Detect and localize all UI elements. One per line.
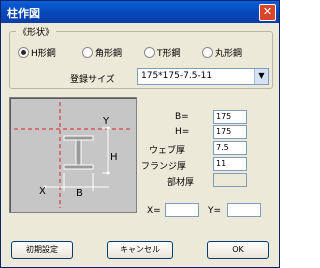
dialog-window: 柱作図 ✕ 《形状》 H形鋼 角形鋼 T形鋼 丸形鋼 登録サイズ 175*175…	[0, 0, 280, 268]
flange-thickness-field[interactable]: 11	[213, 157, 247, 171]
radio-label: 丸形鋼	[215, 49, 243, 59]
window-title: 柱作図	[7, 7, 40, 20]
label-b: B	[76, 188, 83, 199]
member-thickness-field	[213, 173, 247, 187]
radio-h-section[interactable]: H形鋼	[18, 46, 56, 59]
radio-unselected-icon	[82, 47, 93, 58]
h-field[interactable]: 175	[213, 125, 247, 139]
h-label: H=	[175, 127, 190, 137]
bottom-flange	[63, 164, 94, 170]
label-h: H	[110, 152, 118, 163]
close-button[interactable]: ✕	[259, 4, 276, 21]
radio-unselected-icon	[202, 47, 213, 58]
cancel-button[interactable]: キャンセル	[107, 241, 173, 259]
x-coord-label: X=	[147, 206, 161, 216]
top-flange	[63, 135, 94, 141]
x-coord-field[interactable]	[165, 203, 199, 217]
size-label: 登録サイズ	[70, 75, 115, 85]
size-select[interactable]: 175*175-7.5-11 ▼	[137, 68, 269, 85]
shape-group: 《形状》 H形鋼 角形鋼 T形鋼 丸形鋼 登録サイズ 175*175-7.5-1…	[9, 25, 273, 89]
web-thickness-label: ウェブ厚	[149, 146, 186, 156]
b-label: B=	[175, 112, 189, 122]
ok-button[interactable]: OK	[207, 241, 269, 259]
shape-group-legend: 《形状》	[16, 25, 57, 38]
radio-label: H形鋼	[31, 49, 56, 59]
title-bar[interactable]: 柱作図 ✕	[1, 1, 279, 23]
radio-round-section[interactable]: 丸形鋼	[202, 46, 243, 59]
member-thickness-label: 部材厚	[167, 178, 195, 188]
y-coord-field[interactable]	[227, 203, 261, 217]
label-y: Y	[103, 116, 110, 127]
close-icon: ✕	[262, 5, 273, 18]
y-coord-label: Y=	[208, 206, 222, 216]
label-x: X	[39, 186, 46, 197]
web	[75, 139, 82, 166]
radio-unselected-icon	[144, 47, 155, 58]
radio-t-section[interactable]: T形鋼	[144, 46, 181, 59]
chevron-down-icon[interactable]: ▼	[254, 69, 268, 84]
radio-label: 角形鋼	[95, 49, 123, 59]
b-field[interactable]: 175	[213, 110, 247, 124]
section-diagram: Y H X B	[9, 97, 137, 213]
radio-label: T形鋼	[157, 49, 181, 59]
radio-selected-icon	[18, 47, 29, 58]
size-select-value: 175*175-7.5-11	[141, 71, 213, 81]
flange-thickness-label: フランジ厚	[141, 162, 187, 172]
reset-defaults-button[interactable]: 初期設定	[11, 241, 73, 259]
web-thickness-field[interactable]: 7.5	[213, 141, 247, 155]
anchor-point-bottom-right	[106, 171, 110, 175]
radio-square-section[interactable]: 角形鋼	[82, 46, 123, 59]
